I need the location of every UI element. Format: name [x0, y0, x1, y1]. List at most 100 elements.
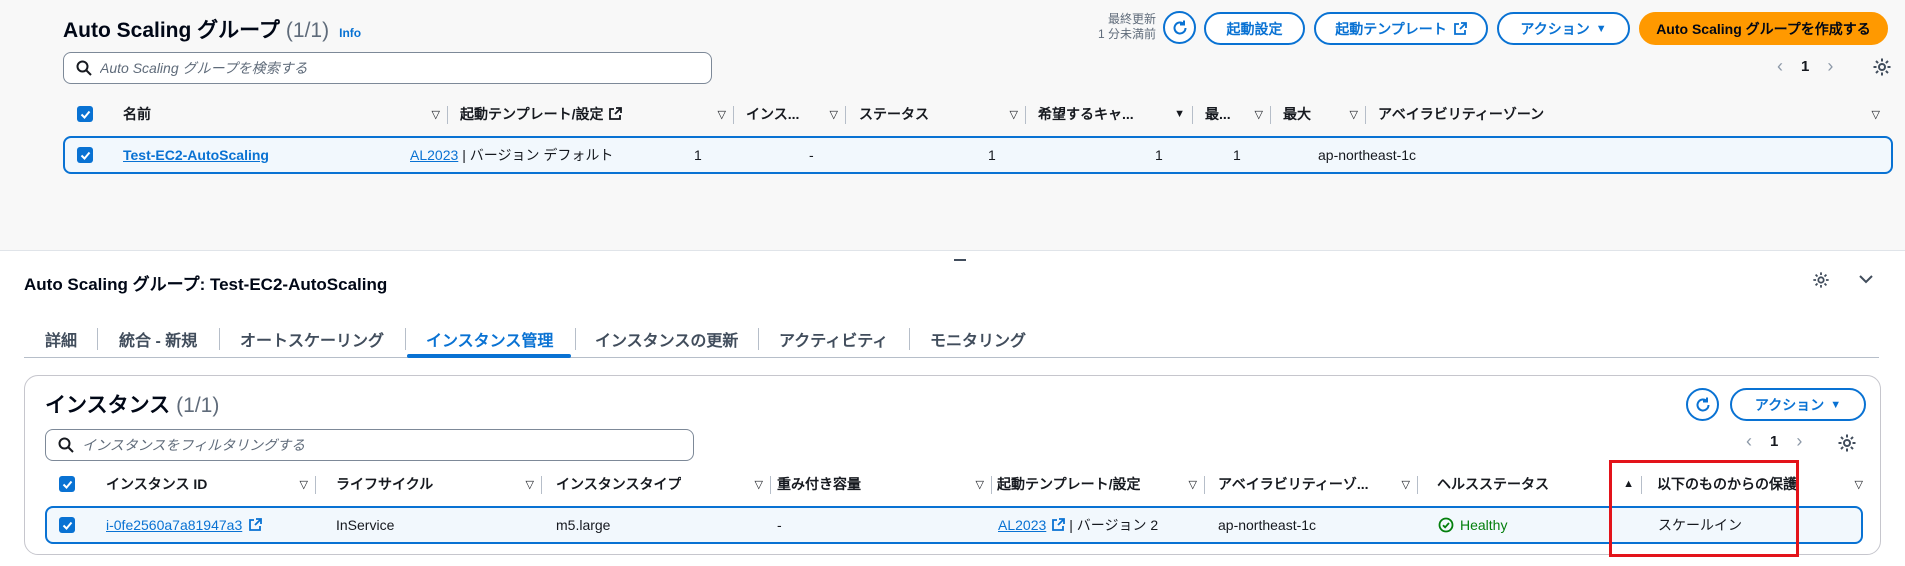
desired-capacity: 1 [988, 147, 996, 163]
availability-zone: ap-northeast-1c [1218, 517, 1317, 533]
checkbox-icon [80, 151, 90, 160]
health-status: Healthy [1438, 508, 1507, 542]
col-name[interactable]: 名前 ▽ [123, 98, 448, 130]
select-all-checkbox[interactable] [77, 106, 93, 122]
sort-icon: ▽ [829, 108, 838, 121]
detail-settings[interactable] [1812, 271, 1830, 294]
refresh-button[interactable] [1163, 11, 1196, 44]
last-updated: 最終更新 1 分未満前 [1097, 12, 1156, 41]
search-icon [58, 437, 74, 453]
col-desired-capacity[interactable]: 希望するキャ... ▼ [1038, 98, 1193, 130]
collapse-icon[interactable] [1858, 271, 1874, 292]
refresh-icon [1173, 20, 1186, 34]
sort-icon: ▽ [1009, 108, 1018, 121]
launch-template-link[interactable]: AL2023 [998, 517, 1046, 533]
col-launch-template[interactable]: 起動テンプレート/設定 ▽ [460, 98, 734, 130]
external-link-icon [609, 107, 623, 120]
launch-template-version: | バージョン デフォルト [462, 147, 614, 163]
checkbox-icon [62, 480, 72, 489]
tab-monitoring[interactable]: モニタリング [930, 320, 1026, 358]
sort-icon: ▽ [299, 478, 308, 491]
sort-icon: ▼ [1174, 108, 1185, 120]
tab-integrations[interactable]: 統合 - 新規 [119, 320, 197, 358]
tab-instance-management[interactable]: インスタンス管理 [426, 320, 553, 358]
instance-id-link[interactable]: i-0fe2560a7a81947a3 [106, 517, 242, 533]
col-instances[interactable]: インス... ▽ [746, 98, 846, 130]
checkbox-icon [62, 521, 72, 530]
tab-details[interactable]: 詳細 [45, 320, 77, 358]
row-checkbox[interactable] [59, 517, 75, 533]
checkbox-icon [80, 110, 90, 119]
chevron-right-icon[interactable]: › [1796, 431, 1802, 452]
table-row[interactable]: Test-EC2-AutoScaling AL2023 | バージョン デフォル… [63, 136, 1893, 174]
sort-icon: ▽ [525, 478, 534, 491]
instances-refresh-button[interactable] [1686, 388, 1719, 421]
sort-icon: ▽ [717, 108, 726, 121]
asg-search[interactable] [63, 52, 712, 84]
active-tab-indicator [407, 354, 571, 358]
col-availability-zone[interactable]: アベイラビリティーゾーン ▽ [1378, 98, 1888, 130]
split-divider [0, 250, 1905, 251]
instances-search[interactable] [45, 429, 694, 461]
instance-type: m5.large [556, 517, 611, 533]
sort-icon: ▽ [1254, 108, 1263, 121]
external-link-icon[interactable] [1051, 518, 1066, 532]
sort-icon: ▽ [1349, 108, 1358, 121]
instances-actions-button[interactable]: アクション ▼ [1730, 388, 1866, 421]
launch-template-link[interactable]: AL2023 [410, 147, 458, 163]
instances-title: インスタンス [45, 394, 171, 417]
detail-title: Auto Scaling グループ: Test-EC2-AutoScaling [24, 275, 388, 294]
gear-icon [1873, 58, 1891, 76]
caret-down-icon: ▼ [1595, 22, 1607, 35]
sort-icon: ▽ [1854, 478, 1863, 491]
asg-table-settings[interactable] [1872, 57, 1892, 82]
col-max[interactable]: 最大 ▽ [1283, 98, 1366, 130]
page-number[interactable]: 1 [1801, 58, 1809, 75]
sort-icon: ▽ [754, 478, 763, 491]
col-instance-id[interactable]: インスタンス ID ▽ [106, 468, 316, 500]
instances-table-settings[interactable] [1837, 433, 1857, 458]
col-min[interactable]: 最... ▽ [1205, 98, 1271, 130]
caret-down-icon: ▼ [1830, 398, 1842, 411]
refresh-icon [1696, 397, 1709, 411]
col-availability-zone[interactable]: アベイラビリティーゾ... ▽ [1218, 468, 1418, 500]
row-checkbox[interactable] [77, 147, 93, 163]
external-link-icon[interactable] [248, 518, 263, 532]
gear-icon [1813, 272, 1829, 288]
tab-instance-refresh[interactable]: インスタンスの更新 [595, 320, 738, 358]
detail-tabs: 詳細 統合 - 新規 オートスケーリング インスタンス管理 インスタンスの更新 … [24, 320, 1879, 358]
tab-activity[interactable]: アクティビティ [779, 320, 888, 358]
asg-actions-button[interactable]: アクション ▼ [1497, 12, 1630, 45]
info-link[interactable]: Info [339, 26, 361, 40]
tab-auto-scaling[interactable]: オートスケーリング [240, 320, 384, 358]
lifecycle: InService [336, 517, 395, 533]
availability-zone: ap-northeast-1c [1318, 147, 1417, 163]
asg-table-header: 名前 ▽ 起動テンプレート/設定 ▽ インス... ▽ ステータス ▽ 希望するキャ.… [63, 98, 1893, 130]
instances-count: 1 [694, 147, 702, 163]
col-instance-type[interactable]: インスタンスタイプ ▽ [556, 468, 771, 500]
asg-search-input[interactable] [100, 60, 711, 76]
sort-icon: ▽ [1401, 478, 1410, 491]
col-weighted-capacity[interactable]: 重み付き容量 ▽ [777, 468, 992, 500]
sort-icon: ▽ [975, 478, 984, 491]
asg-name-link[interactable]: Test-EC2-AutoScaling [123, 147, 269, 163]
col-lifecycle[interactable]: ライフサイクル ▽ [336, 468, 542, 500]
col-launch-template[interactable]: 起動テンプレート/設定 ▽ [997, 468, 1205, 500]
instances-search-input[interactable] [82, 437, 693, 453]
highlight-box [1609, 460, 1799, 557]
select-all-checkbox[interactable] [59, 476, 75, 492]
col-status[interactable]: ステータス ▽ [859, 98, 1026, 130]
table-row[interactable]: i-0fe2560a7a81947a3 InService m5.large -… [45, 506, 1863, 544]
page-number[interactable]: 1 [1770, 433, 1778, 450]
sort-icon: ▽ [431, 108, 440, 121]
chevron-left-icon[interactable]: ‹ [1777, 56, 1783, 77]
chevron-right-icon[interactable]: › [1827, 56, 1833, 77]
chevron-left-icon[interactable]: ‹ [1746, 431, 1752, 452]
launch-template-button[interactable]: 起動テンプレート [1314, 12, 1488, 45]
resize-handle[interactable] [954, 259, 966, 261]
min-capacity: 1 [1155, 147, 1163, 163]
create-asg-button[interactable]: Auto Scaling グループを作成する [1639, 12, 1888, 45]
instances-pagination: ‹ 1 › [1746, 431, 1802, 452]
launch-config-button[interactable]: 起動設定 [1204, 12, 1305, 45]
sort-icon: ▽ [1871, 108, 1880, 121]
